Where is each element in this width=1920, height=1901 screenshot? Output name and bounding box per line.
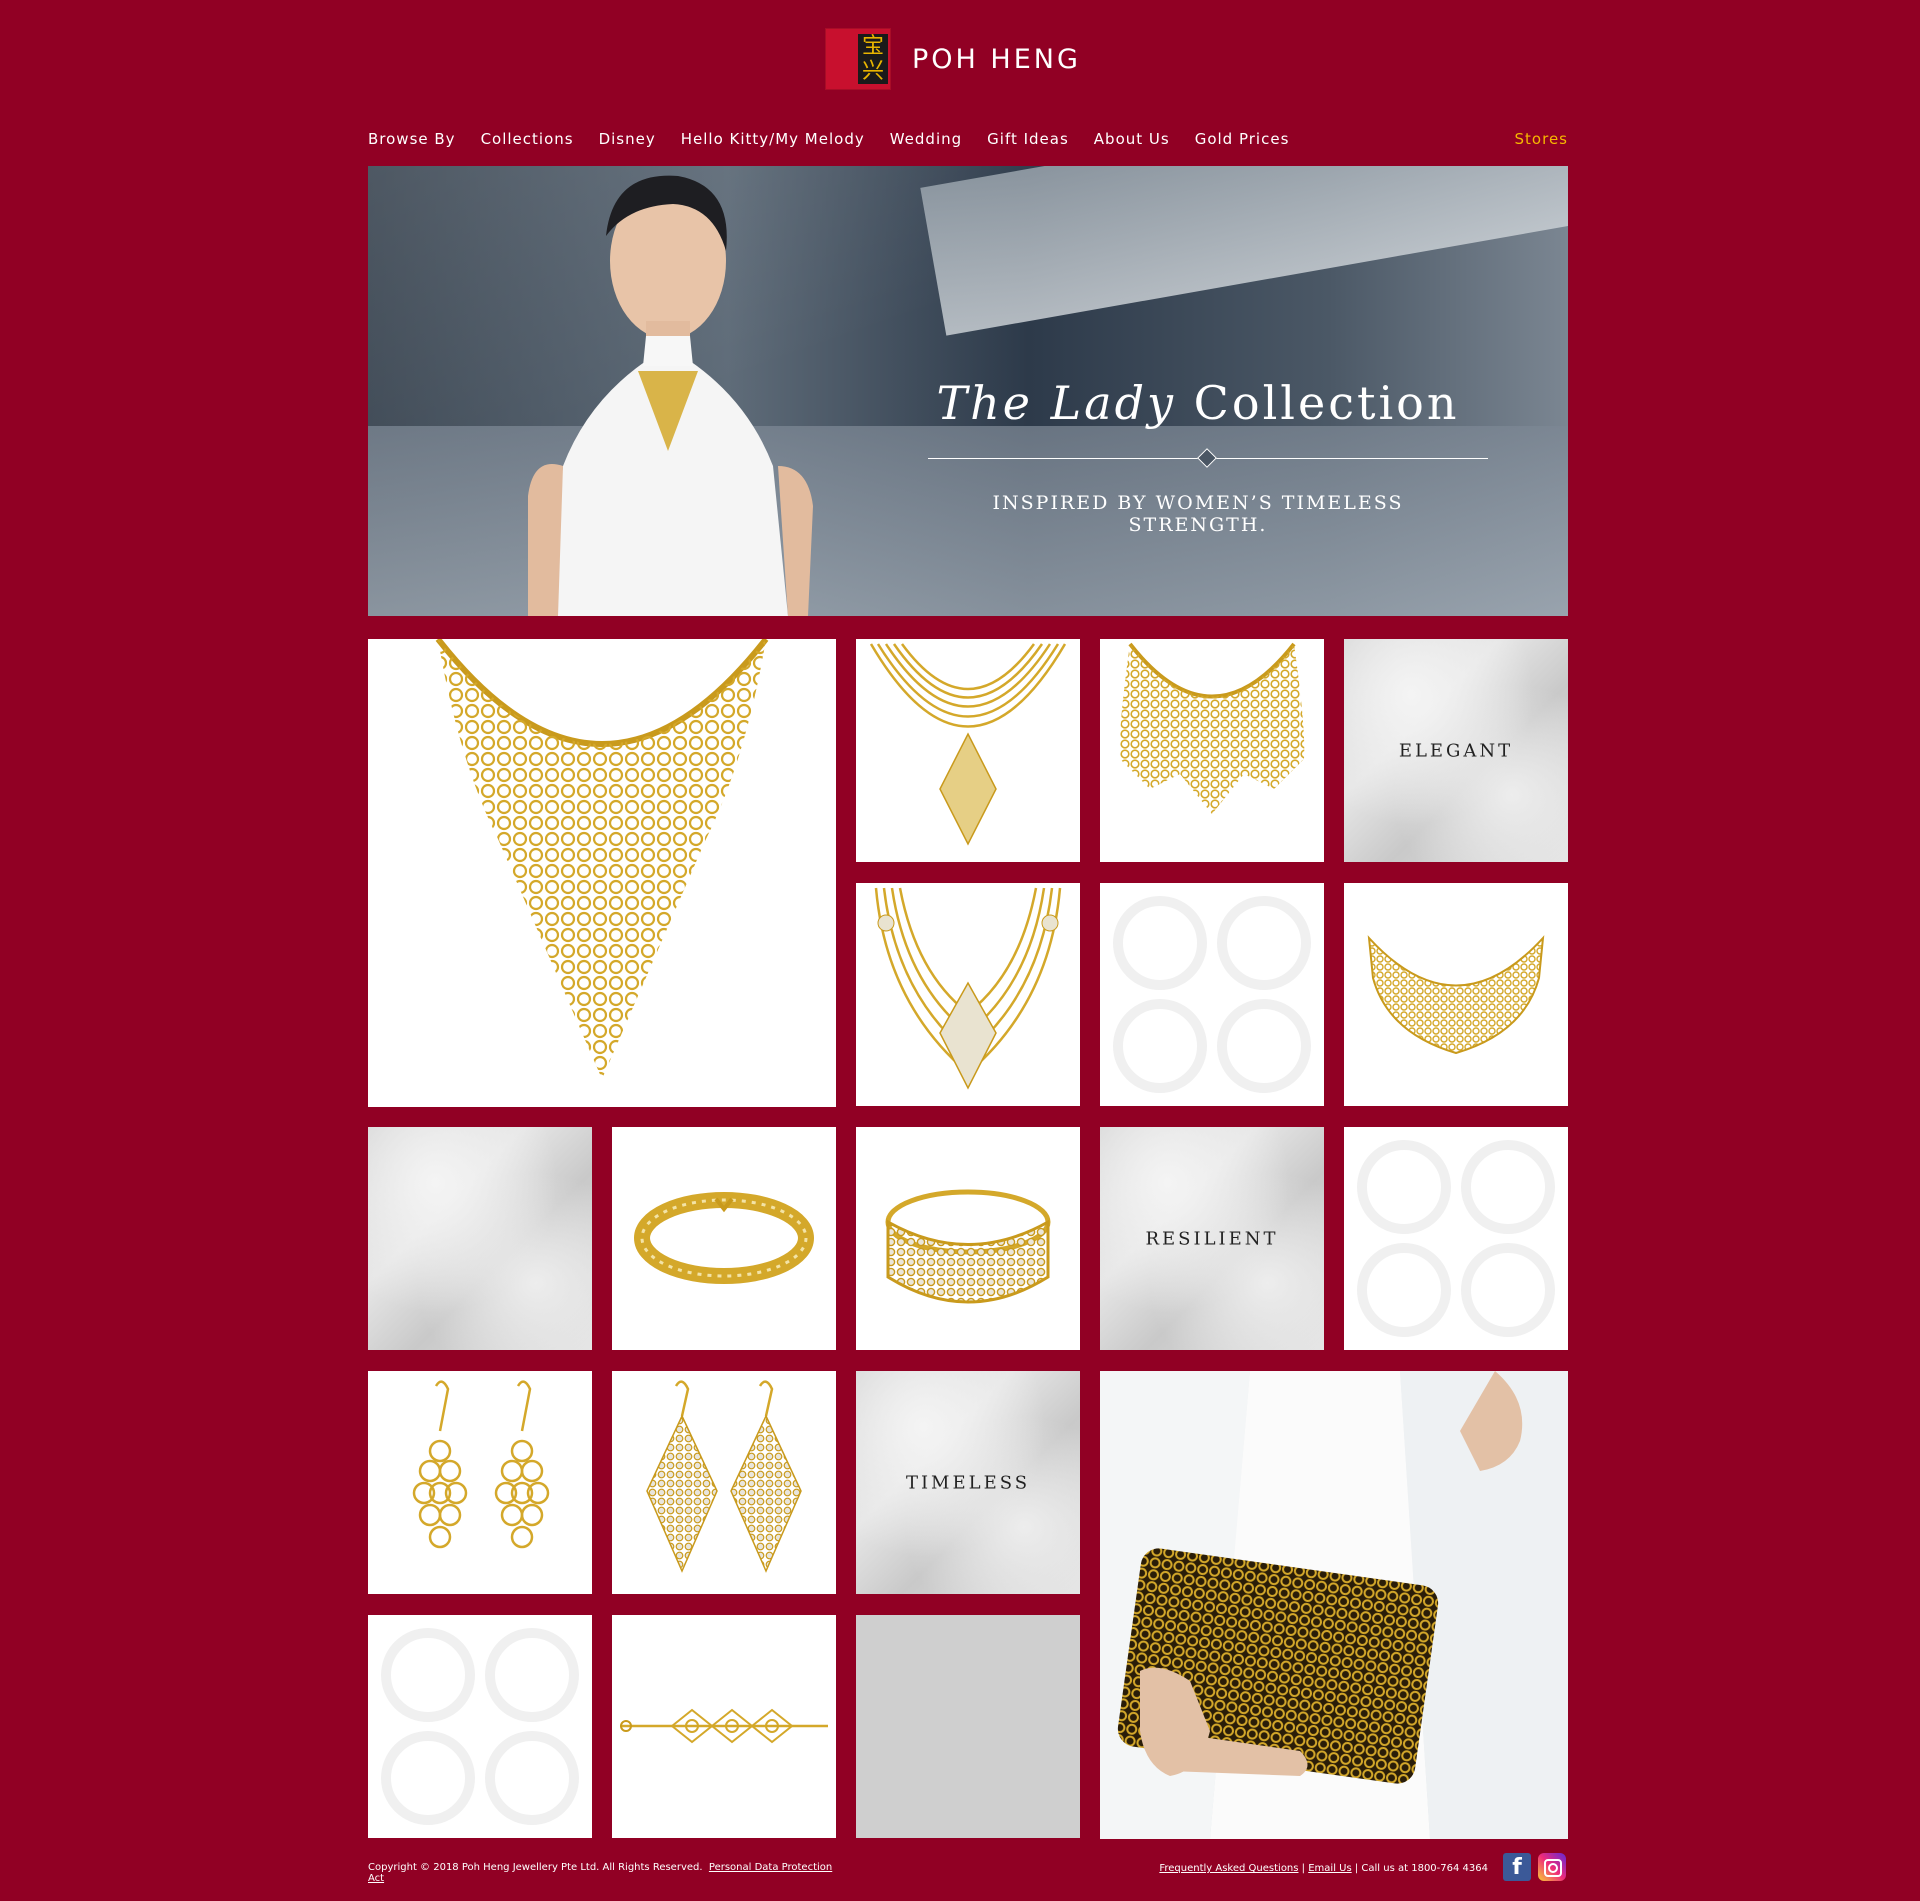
hero-background-beam [920, 166, 1568, 336]
faq-link[interactable]: Frequently Asked Questions [1159, 1863, 1298, 1874]
hero-model-image [528, 175, 813, 616]
chain-bracelet-image [620, 1708, 828, 1744]
product-tile-diamond-layered-necklace[interactable] [856, 883, 1080, 1106]
tile-grey-placeholder [856, 1615, 1080, 1838]
earrings-diamond-image [646, 1380, 802, 1573]
tile-pattern-3 [368, 1615, 592, 1838]
footer-links: Frequently Asked Questions | Email Us | … [1159, 1863, 1488, 1874]
tile-pattern-2 [1344, 1127, 1568, 1350]
product-tile-earrings-gold[interactable] [368, 1371, 592, 1594]
nav-item-gold-prices[interactable]: Gold Prices [1195, 130, 1290, 148]
product-tile-clutch-photo[interactable] [1100, 1371, 1568, 1839]
bib-necklace-image [1119, 642, 1305, 814]
tile-elegant[interactable]: ELEGANT [1344, 639, 1568, 862]
quatrefoil-pattern-icon [1357, 1140, 1555, 1337]
facebook-icon[interactable]: f [1503, 1853, 1531, 1881]
email-us-link[interactable]: Email Us [1308, 1863, 1351, 1874]
logo-glyph-box: 宝 兴 [858, 34, 888, 84]
product-tile-bib-necklace[interactable] [1100, 639, 1324, 862]
hero-title-rest: Collection [1193, 376, 1460, 430]
clutch-photo-image [1100, 1371, 1568, 1839]
bracelet-slim-image [634, 1192, 814, 1284]
product-tile-bracelet-slim[interactable] [612, 1127, 836, 1350]
nav-item-disney[interactable]: Disney [599, 130, 656, 148]
nav-item-gift-ideas[interactable]: Gift Ideas [987, 130, 1069, 148]
nav-item-browse-by[interactable]: Browse By [368, 130, 456, 148]
quatrefoil-pattern-icon [1113, 896, 1311, 1093]
layered-necklace-image [869, 643, 1067, 846]
diamond-ornament-icon [1197, 448, 1217, 468]
tile-resilient-label: RESILIENT [1145, 1228, 1279, 1249]
instagram-icon[interactable] [1538, 1853, 1566, 1881]
logo-glyph-top: 宝 [861, 34, 884, 59]
product-tile-layered-necklace[interactable] [856, 639, 1080, 862]
product-tile-bracelet-wide[interactable] [856, 1127, 1080, 1350]
tile-marble-blank [368, 1127, 592, 1350]
diamond-layered-necklace-image [874, 887, 1062, 1090]
product-tile-mesh-necklace-large[interactable] [368, 639, 836, 1107]
product-tile-chain-bracelet[interactable] [612, 1615, 836, 1838]
quatrefoil-pattern-icon [381, 1628, 579, 1825]
mesh-necklace-image [435, 639, 769, 1079]
footer-separator: | [1301, 1863, 1306, 1874]
nav-item-stores[interactable]: Stores [1515, 130, 1568, 148]
nav-item-wedding[interactable]: Wedding [890, 130, 962, 148]
earrings-gold-image [412, 1380, 550, 1549]
hero-subtitle: INSPIRED BY WOMEN’S TIMELESS STRENGTH. [992, 492, 1404, 536]
hero-banner[interactable]: The Lady Collection INSPIRED BY WOMEN’S … [368, 166, 1568, 616]
site-logo[interactable]: 宝 兴 POH HENG [825, 28, 1081, 90]
hero-title-italic: The Lady [936, 376, 1177, 430]
tile-timeless-label: TIMELESS [905, 1472, 1031, 1493]
nav-item-about-us[interactable]: About Us [1094, 130, 1170, 148]
hero-tagline: The Lady Collection INSPIRED BY WOMEN’S … [928, 376, 1488, 536]
tile-resilient[interactable]: RESILIENT [1100, 1127, 1324, 1350]
copyright-text: Copyright © 2018 Poh Heng Jewellery Pte … [368, 1862, 703, 1873]
bracelet-wide-image [885, 1189, 1051, 1304]
product-tile-collar-necklace[interactable] [1344, 883, 1568, 1106]
logo-wordmark: POH HENG [912, 43, 1081, 75]
nav-item-collections[interactable]: Collections [481, 130, 574, 148]
hero-title: The Lady Collection [928, 376, 1468, 430]
call-us-text: | Call us at 1800-764 4364 [1354, 1863, 1488, 1874]
main-nav: Browse By Collections Disney Hello Kitty… [368, 130, 1568, 154]
tile-elegant-label: ELEGANT [1398, 740, 1514, 761]
collar-necklace-image [1367, 935, 1545, 1055]
product-tile-earrings-diamond[interactable] [612, 1371, 836, 1594]
footer-copyright: Copyright © 2018 Poh Heng Jewellery Pte … [368, 1862, 848, 1884]
tile-timeless[interactable]: TIMELESS [856, 1371, 1080, 1594]
tile-pattern-1 [1100, 883, 1324, 1106]
hero-divider [928, 448, 1488, 468]
logo-glyph-bottom: 兴 [861, 59, 884, 84]
logo-mark: 宝 兴 [825, 28, 891, 90]
nav-item-hello-kitty[interactable]: Hello Kitty/My Melody [681, 130, 865, 148]
